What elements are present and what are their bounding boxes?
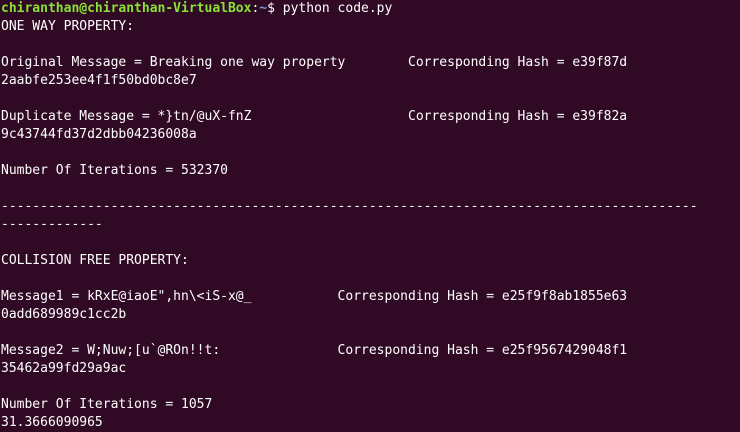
separator-line: ----------------------------------------… xyxy=(1,199,698,214)
output-line: ONE WAY PROPERTY: xyxy=(1,19,135,34)
prompt-symbol: $ xyxy=(267,1,283,16)
command-text: python code.py xyxy=(282,1,393,16)
output-line: 31.3666090965 xyxy=(1,415,103,430)
output-line: 2aabfe253ee4f1f50bd0bc8e7 xyxy=(1,73,197,88)
output-line: COLLISION FREE PROPERTY: xyxy=(1,253,189,268)
output-line: Number Of Iterations = 1057 xyxy=(1,397,213,412)
output-line: 9c43744fd37d2dbb04236008a xyxy=(1,127,197,142)
output-line: 0add689989c1cc2b xyxy=(1,307,127,322)
output-line: Message1 = kRxE@iaoE",hn\<iS-x@_ Corresp… xyxy=(1,289,628,304)
output-line: Original Message = Breaking one way prop… xyxy=(1,55,628,70)
output-line: Message2 = W;Nuw;[u`@ROn!!t: Correspondi… xyxy=(1,343,628,358)
output-line: Duplicate Message = *}tn/@uX-fnZ Corresp… xyxy=(1,109,628,124)
output-line: 35462a99fd29a9ac xyxy=(1,361,127,376)
prompt-line: chiranthan@chiranthan-VirtualBox:~$ pyth… xyxy=(1,0,740,18)
terminal-window[interactable]: chiranthan@chiranthan-VirtualBox:~$ pyth… xyxy=(0,0,740,431)
prompt-user-host: chiranthan@chiranthan-VirtualBox xyxy=(1,1,252,16)
separator-line: ------------- xyxy=(1,217,103,232)
output-line: Number Of Iterations = 532370 xyxy=(1,163,228,178)
prompt-path: ~ xyxy=(259,1,268,16)
